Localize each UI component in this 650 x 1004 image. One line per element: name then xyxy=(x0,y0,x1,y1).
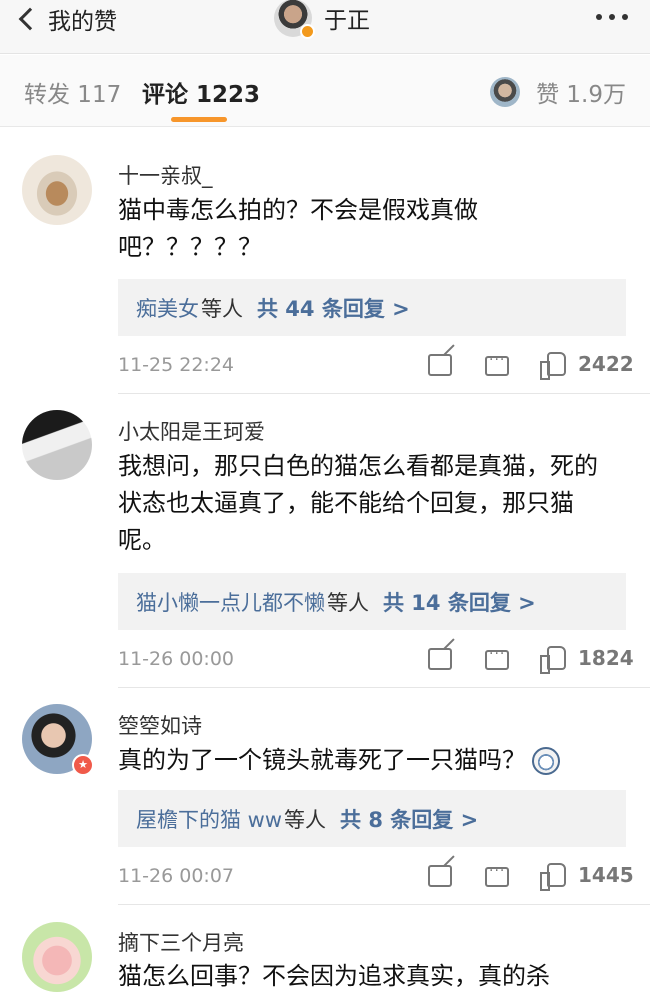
comment-icon[interactable] xyxy=(485,352,509,376)
thumb-up-icon xyxy=(540,352,566,380)
page-title: 于正 xyxy=(324,8,370,34)
reply-etc: 等人 xyxy=(284,807,327,832)
like-button[interactable]: 1445 xyxy=(540,863,634,891)
reply-users: 痴美女 xyxy=(136,296,199,321)
comment-time: 11-25 22:24 xyxy=(118,354,235,376)
author-avatar xyxy=(274,0,315,39)
tab-comment[interactable]: 评论 1223 xyxy=(142,75,260,109)
comment-text-row: 真的为了一个镜头就毒死了一只猫吗？ xyxy=(118,742,618,779)
thumb-up-icon xyxy=(540,863,566,891)
tabs-bar: 转发 117 评论 1223 赞 1.9万 xyxy=(0,55,650,127)
active-tab-indicator xyxy=(171,117,227,122)
avatar[interactable] xyxy=(22,155,92,225)
comment-username[interactable]: 摘下三个月亮 xyxy=(118,927,244,957)
reply-users: 猫小懒一点儿都不懒 xyxy=(136,590,325,615)
like-count: 1824 xyxy=(578,646,634,670)
reply-summary[interactable]: 屋檐下的猫 ww 等人 共 8 条回复 > xyxy=(118,790,626,847)
more-dots-icon[interactable] xyxy=(596,2,628,32)
like-button[interactable]: 2422 xyxy=(540,352,634,380)
verified-badge-icon xyxy=(300,24,315,39)
like-count: 2422 xyxy=(578,352,634,376)
reply-count: 共 14 条回复 > xyxy=(383,590,536,615)
comment-time: 11-26 00:07 xyxy=(118,865,235,887)
tab-repost[interactable]: 转发 117 xyxy=(24,75,121,109)
tab-like-label: 赞 1.9万 xyxy=(536,82,626,108)
comment-text: 真的为了一个镜头就毒死了一只猫吗？ xyxy=(118,746,526,774)
back-button[interactable]: 我的赞 xyxy=(14,2,117,36)
comment-time: 11-26 00:00 xyxy=(118,648,235,670)
comment-text: 我想问，那只白色的猫怎么看都是真猫，死的状态也太逼真了，能不能给个回复，那只猫呢… xyxy=(118,452,598,554)
reply-etc: 等人 xyxy=(201,296,243,321)
back-label: 我的赞 xyxy=(48,9,117,35)
comment-text: 猫怎么回事？不会因为追求真实，真的杀 xyxy=(118,962,550,990)
avatar[interactable] xyxy=(22,410,92,480)
tab-like[interactable]: 赞 1.9万 xyxy=(490,75,626,109)
shocked-emoji-icon xyxy=(532,747,560,775)
like-button[interactable]: 1824 xyxy=(540,646,634,674)
comment-icon[interactable] xyxy=(485,646,509,670)
share-icon[interactable] xyxy=(428,865,452,887)
comment-username[interactable]: 箜箜如诗 xyxy=(118,710,202,740)
nav-bar: 我的赞 于正 xyxy=(0,0,650,54)
avatar[interactable] xyxy=(22,922,92,992)
thumb-up-icon xyxy=(540,646,566,674)
like-count: 1445 xyxy=(578,863,634,887)
reply-count: 共 8 条回复 > xyxy=(340,807,479,832)
reply-summary[interactable]: 痴美女 等人 共 44 条回复 > xyxy=(118,279,626,336)
reply-etc: 等人 xyxy=(327,590,369,615)
reply-summary[interactable]: 猫小懒一点儿都不懒 等人 共 14 条回复 > xyxy=(118,573,626,630)
reply-users: 屋檐下的猫 ww xyxy=(136,807,283,832)
divider xyxy=(118,393,650,394)
share-icon[interactable] xyxy=(428,648,452,670)
comment-username[interactable]: 小太阳是王珂爱 xyxy=(118,416,265,446)
member-badge-icon: ★ xyxy=(72,754,94,776)
nav-title-group[interactable]: 于正 xyxy=(274,0,370,39)
share-icon[interactable] xyxy=(428,354,452,376)
comment-icon[interactable] xyxy=(485,863,509,887)
comment-username[interactable]: 十一亲叔_ xyxy=(118,160,213,190)
comment-text: 猫中毒怎么拍的？不会是假戏真做吧？？？？？ xyxy=(118,196,478,261)
liker-avatar xyxy=(490,77,521,107)
chevron-left-icon xyxy=(18,7,42,31)
reply-count: 共 44 条回复 > xyxy=(257,296,410,321)
divider xyxy=(118,687,650,688)
divider xyxy=(118,904,650,905)
